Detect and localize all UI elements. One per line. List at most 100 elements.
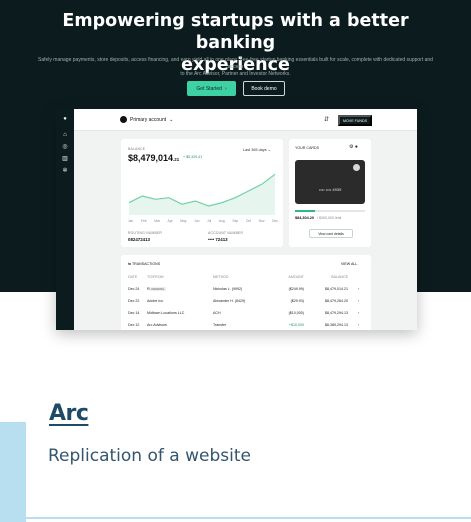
month-label: Jul — [207, 219, 212, 223]
column-amount: AMOUNT — [288, 275, 304, 279]
tx-balance: $8,479,264.20 — [325, 299, 348, 303]
month-label: Aug — [218, 219, 225, 223]
hero-subtitle-line-2: to the Arc Advisor, Partner and Investor… — [180, 71, 291, 77]
tx-date: Dec 22 — [128, 299, 140, 303]
tx-date: Dec 14 — [128, 311, 140, 315]
spend-limit: / $300,000 limit — [317, 216, 342, 220]
account-logo-icon — [120, 116, 127, 123]
get-started-button[interactable]: Get Started › — [187, 81, 236, 96]
settings-icon[interactable]: ✲ — [61, 167, 69, 175]
get-started-label: Get Started — [196, 85, 222, 92]
routing-value: 082472413 — [128, 237, 150, 242]
tx-party-name: Midtown Locations LLC — [147, 311, 185, 315]
balance-value: $8,479,014.21 — [128, 153, 179, 163]
tx-method: Transfer — [213, 323, 227, 327]
card-controls: ⚙ ● — [349, 144, 358, 150]
spend-value: $84,304.20 — [295, 216, 315, 220]
balance-cents: .21 — [173, 157, 180, 162]
routing-label: ROUTING NUMBER — [128, 231, 163, 235]
wallet-icon[interactable]: ◎ — [61, 143, 69, 151]
transactions-title: ⇆ TRANSACTIONS — [128, 262, 160, 266]
tx-amount: +$10,000 — [288, 323, 304, 327]
more-icon[interactable]: ● — [355, 144, 358, 150]
balance-card: BALANCE $8,479,014.21 + $5,329.41 Last 3… — [121, 139, 283, 247]
account-selector-label: Primary account — [130, 116, 167, 123]
hero-title-line-1: Empowering startups with a better bankin… — [62, 11, 409, 53]
account-selector[interactable]: Primary account ⌄ — [120, 116, 173, 123]
chart-month-labels: Jan Feb Mar Apr May Jun Jul Aug Sep Oct Nov Dec — [128, 219, 278, 223]
balance-label: BALANCE — [128, 147, 146, 151]
range-label: Last 365 days — [243, 148, 267, 152]
column-to-from: TO/FROM — [147, 275, 164, 279]
arrow-right-icon: › — [224, 85, 227, 92]
account-number-value: •••• 72413 — [208, 237, 228, 242]
chevron-right-icon: › — [358, 299, 360, 303]
month-label: May — [180, 219, 187, 223]
home-icon[interactable]: ⌂ — [61, 131, 69, 139]
column-balance: BALANCE — [331, 275, 348, 279]
hero-subtitle: Safely manage payments, store deposits, … — [30, 57, 441, 78]
gear-icon[interactable]: ⚙ — [349, 144, 353, 150]
bank-icon[interactable]: ▥ — [61, 155, 69, 163]
tx-method: ACH — [213, 311, 221, 315]
month-label: Apr — [167, 219, 173, 223]
chart-area — [129, 174, 275, 215]
spend-progress — [295, 210, 365, 212]
hero-subtitle-line-1: Safely manage payments, store deposits, … — [38, 57, 433, 70]
chevron-down-icon: ⌄ — [267, 148, 271, 152]
chevron-right-icon: › — [358, 311, 360, 315]
balance-delta: + $5,329.41 — [183, 155, 203, 159]
transactions-title-label: TRANSACTIONS — [131, 262, 161, 266]
balance-amount: $8,479,014 — [128, 153, 174, 163]
move-funds-button[interactable]: MOVE FUNDS — [338, 115, 372, 126]
tx-method: Nicholas L. (9992) — [213, 287, 243, 291]
debit-card[interactable]: •••• •••• 4939 — [295, 160, 365, 204]
app-sidebar: ● ⌂ ◎ ▥ ✲ — [56, 109, 74, 330]
month-label: Sep — [232, 219, 239, 223]
accent-line — [26, 517, 471, 519]
tx-party-name: Adobe Inc — [147, 299, 164, 303]
cards-panel: YOUR CARDS ⚙ ● •••• •••• 4939 $84,304.20… — [289, 139, 371, 247]
view-card-details-button[interactable]: View card details — [309, 229, 353, 238]
month-label: Jan — [128, 219, 134, 223]
month-label: Nov — [258, 219, 265, 223]
month-label: Mar — [154, 219, 160, 223]
project-title-link[interactable]: Arc — [49, 401, 89, 426]
tx-party-name: Arc Advisors — [147, 323, 167, 327]
book-demo-button[interactable]: Book demo — [243, 81, 285, 96]
project-description: Replication of a website — [48, 446, 251, 466]
tx-balance: $8,389,294.13 — [325, 323, 348, 327]
tx-date: Dec 12 — [128, 323, 140, 327]
balance-chart — [128, 173, 276, 215]
tx-date: Dec 24 — [128, 287, 140, 291]
transactions-icon: ⇆ — [128, 262, 132, 266]
tx-method: Alexander H. (8429) — [213, 299, 246, 303]
arc-logo-icon: ● — [63, 116, 67, 122]
filter-icon[interactable]: ⇵ — [324, 116, 329, 123]
chevron-right-icon: › — [358, 287, 360, 291]
status-badge: PENDING — [150, 287, 166, 291]
account-number-label: ACCOUNT NUMBER — [208, 231, 244, 235]
app-mockup: ● ⌂ ◎ ▥ ✲ Primary account ⌄ ⇵ MOVE FUNDS… — [56, 109, 417, 330]
app-topbar: Primary account ⌄ ⇵ MOVE FUNDS — [74, 109, 417, 131]
range-selector[interactable]: Last 365 days ⌄ — [243, 147, 271, 152]
spend-progress-fill — [295, 210, 315, 212]
view-all-link[interactable]: VIEW ALL — [341, 262, 357, 266]
app-main: Primary account ⌄ ⇵ MOVE FUNDS BALANCE $… — [74, 109, 417, 330]
chevron-right-icon: › — [358, 323, 360, 327]
tx-amount: ($249.99) — [288, 287, 304, 291]
accent-block — [0, 422, 26, 522]
tx-balance: $8,479,014.21 — [325, 287, 348, 291]
transactions-panel: ⇆ TRANSACTIONS VIEW ALL DATE TO/FROM MET… — [121, 255, 371, 330]
month-label: Jun — [194, 219, 200, 223]
column-method: METHOD — [213, 275, 229, 279]
tx-amount: ($10,000) — [288, 311, 304, 315]
chevron-down-icon: ⌄ — [169, 116, 174, 123]
column-date: DATE — [128, 275, 138, 279]
month-label: Oct — [245, 219, 251, 223]
month-label: Dec — [272, 219, 278, 223]
cards-title: YOUR CARDS — [295, 146, 319, 150]
card-logo-icon — [353, 164, 360, 171]
month-label: Feb — [140, 219, 147, 223]
hero-section: Empowering startups with a better bankin… — [0, 0, 471, 330]
